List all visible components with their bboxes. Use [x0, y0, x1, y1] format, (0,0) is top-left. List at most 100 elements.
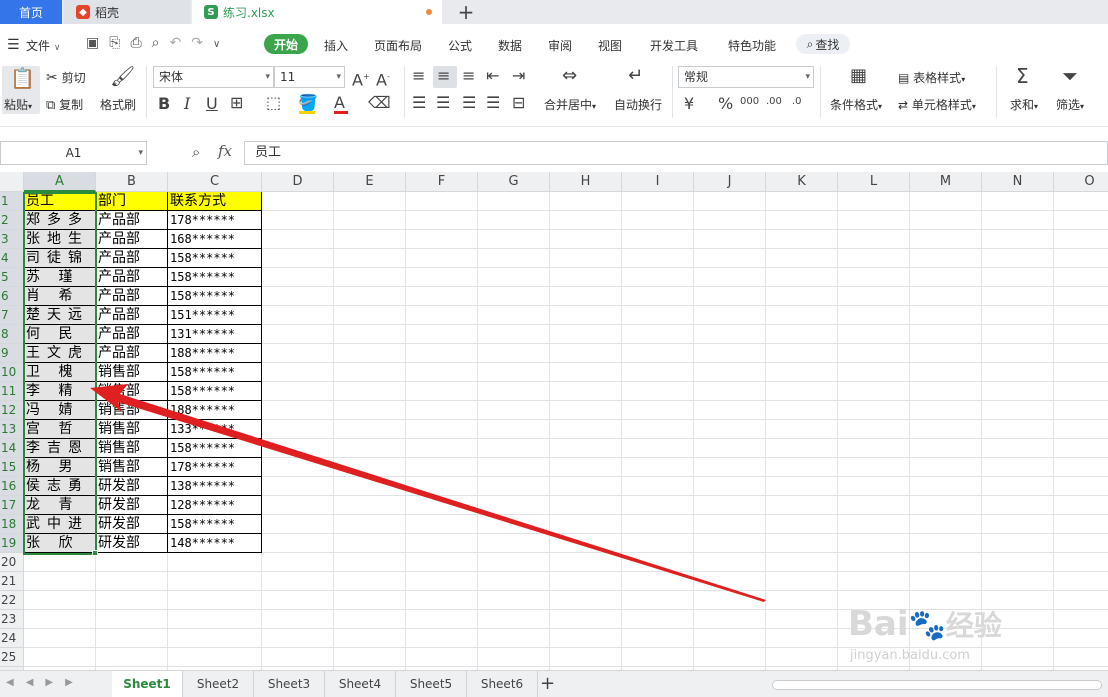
conditional-format-button[interactable]: ▦ 条件格式▾: [828, 67, 892, 114]
menu-file-label: 文件: [26, 39, 51, 53]
paste-button[interactable]: 📋 粘贴▾: [2, 66, 40, 114]
menu-view[interactable]: 视图: [598, 37, 622, 54]
unsaved-dot-icon: [426, 9, 432, 15]
print-icon[interactable]: ⎙: [130, 35, 151, 51]
zoom-icon[interactable]: ⌕: [192, 143, 200, 161]
tab-file[interactable]: S 练习.xlsx: [192, 0, 442, 24]
conditional-format-label: 条件格式▾: [830, 98, 883, 112]
sheet-tab[interactable]: Sheet4: [325, 671, 396, 697]
redo-icon[interactable]: ↷: [191, 35, 213, 51]
justify-icon[interactable]: ☰: [486, 95, 500, 111]
menu-developer[interactable]: 开发工具: [650, 37, 698, 54]
horizontal-scrollbar[interactable]: [772, 680, 1102, 690]
merge-center-button[interactable]: ⇔ 合并居中▾: [542, 65, 604, 114]
cell-fill-pattern-icon[interactable]: ⬚: [266, 95, 281, 111]
align-center-icon[interactable]: ☰: [436, 95, 450, 111]
sheet-tab[interactable]: Sheet6: [467, 671, 538, 697]
new-tab-button[interactable]: +: [456, 0, 476, 24]
wrap-text-label: 自动换行: [614, 98, 663, 112]
wrap-text-button[interactable]: ↵ 自动换行: [612, 67, 666, 114]
annotation-arrow: [90, 384, 766, 602]
new-tab-label: +: [457, 0, 475, 24]
increase-decimal-icon[interactable]: .00: [766, 94, 782, 110]
decrease-decimal-icon[interactable]: .0: [792, 94, 802, 110]
sum-label: 求和▾: [1010, 98, 1039, 112]
menu-features[interactable]: 特色功能: [728, 37, 776, 54]
border-icon[interactable]: ⊞: [230, 95, 243, 111]
align-middle-icon: ≡: [437, 66, 451, 85]
number-format-select[interactable]: 常规 ▾: [678, 66, 814, 88]
copy-icon: ⧉: [46, 98, 56, 113]
align-right-icon[interactable]: ☰: [462, 95, 476, 111]
paste-icon: 📋: [10, 66, 35, 90]
align-bottom-icon[interactable]: ≡: [462, 68, 475, 84]
copy-button[interactable]: ⧉ 复制: [46, 96, 83, 113]
align-left-icon[interactable]: ☰: [412, 95, 426, 111]
chevron-down-icon: ▾: [805, 72, 810, 82]
sheet-tab[interactable]: Sheet1: [112, 671, 183, 697]
font-grow-icon[interactable]: A+: [352, 69, 370, 88]
font-name-select[interactable]: 宋体 ▾: [153, 66, 274, 88]
menu-file[interactable]: 文件 ∨: [26, 37, 60, 54]
hamburger-icon[interactable]: ☰: [7, 37, 20, 53]
sheet-tab[interactable]: Sheet5: [396, 671, 467, 697]
font-color-icon[interactable]: A: [334, 95, 345, 111]
font-size-value: 11: [280, 70, 296, 84]
formula-input[interactable]: 员工: [244, 141, 1108, 165]
increase-indent-icon[interactable]: ⇥: [512, 68, 525, 84]
sheet-tab[interactable]: Sheet3: [254, 671, 325, 697]
clear-format-icon[interactable]: ⌫: [368, 95, 391, 111]
filter-icon: ⏷: [1062, 64, 1078, 88]
preview-icon[interactable]: ⌕: [152, 35, 170, 51]
menu-formulas[interactable]: 公式: [448, 37, 472, 54]
align-middle-button[interactable]: ≡: [433, 66, 457, 88]
tab-home[interactable]: 首页: [0, 0, 62, 24]
menu-page-layout[interactable]: 页面布局: [374, 37, 422, 54]
search-button[interactable]: ⌕ 查找: [796, 34, 850, 54]
font-shrink-icon[interactable]: A-: [376, 69, 390, 88]
filter-button[interactable]: ⏷ 筛选▾: [1054, 64, 1098, 114]
format-painter-button[interactable]: 🖌 格式刷: [100, 66, 140, 114]
merge-cells-icon: ⇔: [562, 65, 578, 86]
filter-label: 筛选▾: [1056, 98, 1085, 112]
customize-icon[interactable]: ∨: [213, 39, 230, 50]
font-color-swatch: [334, 111, 348, 114]
name-box[interactable]: A1 ▾: [0, 141, 147, 165]
fx-button[interactable]: fx: [218, 142, 232, 160]
thousands-separator-icon[interactable]: 000: [740, 94, 759, 110]
export-icon[interactable]: ⎘: [109, 35, 130, 51]
paste-label: 粘贴▾: [4, 98, 33, 112]
undo-icon[interactable]: ↶: [169, 35, 191, 51]
tab-daoke[interactable]: ◆ 稻壳: [64, 0, 190, 24]
font-name-value: 宋体: [159, 70, 184, 84]
menu-review[interactable]: 审阅: [548, 37, 572, 54]
cell-style-button[interactable]: ⇄ 单元格样式▾: [898, 96, 976, 113]
spreadsheet-grid[interactable]: ABCDEFGHIJKLMNO 1 2 3 4 5 6 7 8 9 10 11 12 13 14 15 16 1…: [0, 172, 1108, 670]
distributed-icon[interactable]: ⊟: [512, 95, 525, 111]
divider: [404, 66, 405, 118]
add-sheet-button[interactable]: +: [540, 673, 555, 694]
align-top-icon[interactable]: ≡: [412, 68, 425, 84]
scissors-icon: ✂: [46, 70, 58, 86]
menu-home-tab[interactable]: 开始: [264, 34, 308, 54]
menu-insert[interactable]: 插入: [324, 37, 348, 54]
sum-button[interactable]: Σ 求和▾: [1006, 66, 1050, 114]
bold-icon[interactable]: B: [158, 96, 170, 112]
sheet-nav-buttons[interactable]: ◀◀▶▶: [6, 677, 85, 688]
sheet-tab-bar: ◀◀▶▶ Sheet1 Sheet2 Sheet3 Sheet4 Sheet5 Sheet…: [0, 670, 1108, 697]
save-icon[interactable]: ▣: [86, 35, 109, 51]
cell-style-label: 单元格样式: [911, 98, 972, 112]
underline-icon[interactable]: U: [206, 96, 218, 112]
table-style-button[interactable]: ▤ 表格样式▾: [898, 69, 965, 86]
cut-button[interactable]: ✂ 剪切: [46, 69, 86, 86]
decrease-indent-icon[interactable]: ⇤: [486, 68, 499, 84]
font-size-select[interactable]: 11 ▾: [274, 66, 345, 88]
percent-icon[interactable]: %: [718, 96, 733, 112]
currency-icon[interactable]: ¥: [684, 96, 694, 112]
sheet-tab[interactable]: Sheet2: [183, 671, 254, 697]
italic-icon[interactable]: I: [184, 96, 190, 112]
fill-color-icon[interactable]: 🪣: [298, 95, 318, 111]
divider: [672, 66, 673, 118]
menu-data[interactable]: 数据: [498, 37, 522, 54]
merge-center-label: 合并居中▾: [544, 98, 597, 112]
